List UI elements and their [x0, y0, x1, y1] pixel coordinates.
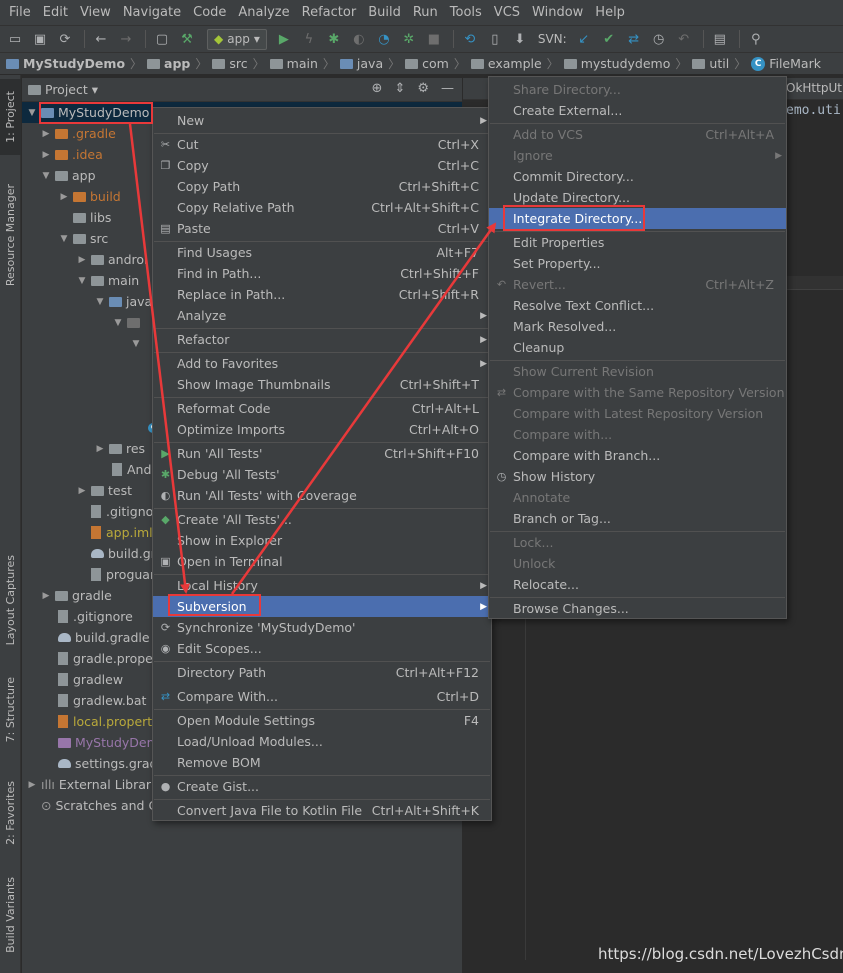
watermark: https://blog.csdn.net/LovezhCsdn: [598, 945, 843, 963]
annotation-arrows: [128, 123, 497, 595]
annotation-arrow-1: [128, 123, 191, 594]
annotation-arrow-2: [230, 222, 497, 595]
